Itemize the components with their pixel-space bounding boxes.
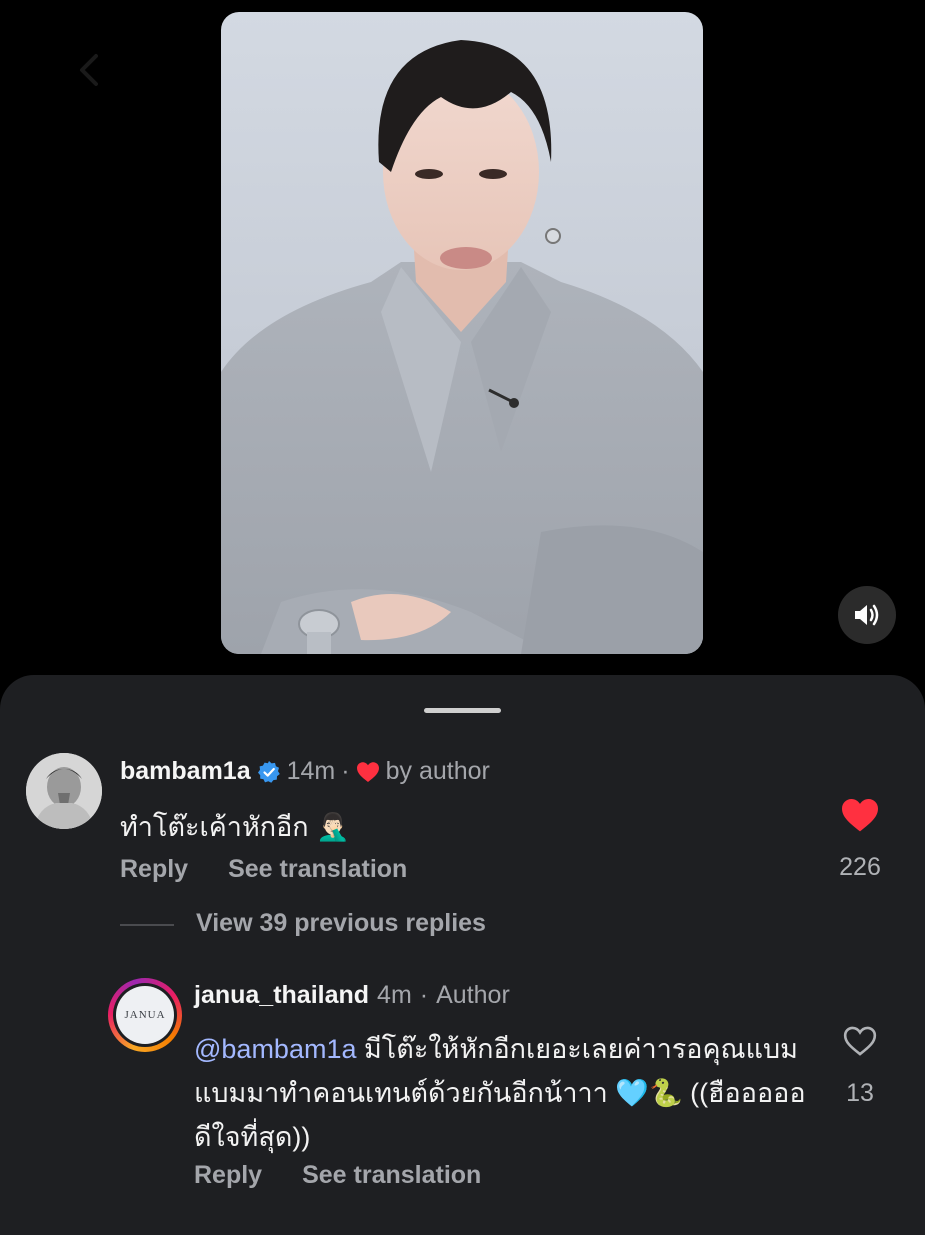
sound-toggle-button[interactable] bbox=[838, 586, 896, 644]
reply-avatar-logo: JANUA bbox=[116, 986, 174, 1044]
see-translation-button[interactable]: See translation bbox=[302, 1161, 481, 1190]
comment-emoji: 🤦🏻‍♂️ bbox=[316, 812, 350, 842]
back-button[interactable] bbox=[70, 50, 110, 90]
comment-time: 14m bbox=[286, 757, 336, 785]
comment-actions: Reply See translation bbox=[120, 855, 407, 884]
reply-text: @bambam1a มีโต๊ะให้หักอีกเยอะเลยค่าารอคุ… bbox=[194, 1027, 814, 1159]
reply-username[interactable]: janua_thailand bbox=[194, 981, 369, 1010]
comment-username[interactable]: bambam1a bbox=[120, 757, 251, 786]
avatar[interactable] bbox=[26, 753, 102, 829]
avatar-ring-gap: JANUA bbox=[113, 983, 177, 1047]
heart-icon bbox=[356, 761, 379, 782]
comment-body: ทำโต๊ะเค้าหักอีก bbox=[120, 812, 309, 842]
mention-link[interactable]: @bambam1a bbox=[194, 1034, 357, 1064]
meta-separator: · bbox=[419, 981, 429, 1009]
video-player[interactable] bbox=[221, 12, 703, 654]
reply-actions: Reply See translation bbox=[194, 1161, 481, 1190]
verified-badge-icon bbox=[257, 760, 280, 783]
reply-button[interactable]: Reply bbox=[194, 1161, 262, 1190]
chevron-left-icon bbox=[80, 54, 98, 86]
user-avatar-image bbox=[26, 753, 102, 829]
sheet-drag-handle[interactable] bbox=[424, 708, 501, 713]
meta-separator: · bbox=[341, 757, 350, 785]
comment-like-count: 226 bbox=[839, 853, 881, 881]
liked-by-author-label: by author bbox=[385, 757, 490, 785]
reply-button[interactable]: Reply bbox=[120, 855, 188, 884]
replies-divider bbox=[120, 924, 174, 926]
author-tag: Author bbox=[436, 981, 510, 1009]
comment-like-button[interactable] bbox=[840, 797, 880, 833]
reply-like-count: 13 bbox=[846, 1079, 874, 1107]
comment-header: bambam1a 14m · by author bbox=[120, 757, 490, 786]
reply-time: 4m bbox=[377, 981, 412, 1009]
view-previous-replies-button[interactable]: View 39 previous replies bbox=[196, 909, 486, 938]
comment-text: ทำโต๊ะเค้าหักอีก 🤦🏻‍♂️ bbox=[120, 805, 350, 848]
reply-avatar[interactable]: JANUA bbox=[108, 978, 182, 1052]
speaker-icon bbox=[855, 604, 879, 626]
reply-like-button[interactable] bbox=[842, 1025, 878, 1057]
heart-filled-icon bbox=[842, 798, 878, 832]
video-frame-portrait bbox=[221, 40, 703, 654]
comments-sheet: bambam1a 14m · by author ทำโต๊ะเค้าหักอี… bbox=[0, 675, 925, 1235]
reply-header: janua_thailand 4m · Author bbox=[194, 981, 510, 1010]
heart-outline-icon bbox=[843, 1026, 877, 1056]
see-translation-button[interactable]: See translation bbox=[228, 855, 407, 884]
